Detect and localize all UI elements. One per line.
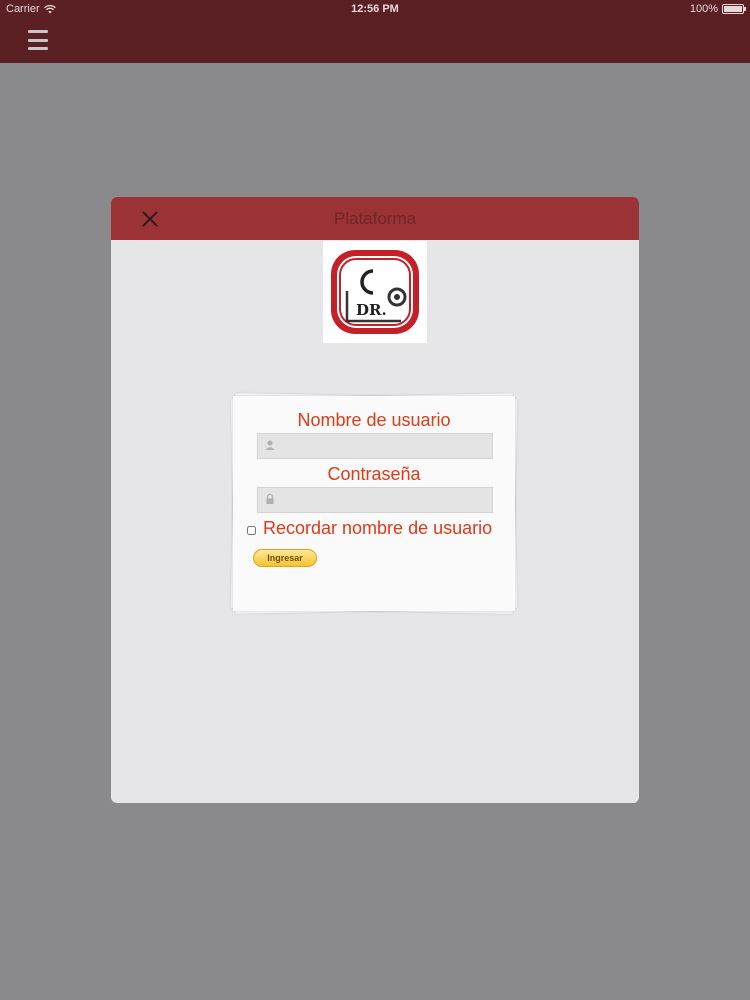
close-icon[interactable]	[141, 210, 159, 228]
login-card: Nombre de usuario Contraseña Recordar no…	[233, 396, 515, 611]
modal-title: Plataforma	[333, 209, 417, 228]
status-battery: 100%	[689, 3, 746, 15]
logo-icon: DR.	[331, 250, 419, 334]
battery-percent: 100%	[689, 3, 718, 15]
logo-text: DR.	[356, 301, 387, 319]
user-icon	[265, 440, 275, 450]
username-input[interactable]	[257, 433, 493, 459]
login-button[interactable]: Ingresar	[253, 549, 317, 567]
password-label: Contraseña	[327, 464, 421, 484]
lock-icon	[266, 493, 274, 504]
hamburger-menu-icon[interactable]	[28, 30, 48, 50]
login-modal: Plataforma DR. Nombre de usuario Contras…	[111, 197, 639, 803]
battery-icon	[722, 4, 746, 14]
username-label: Nombre de usuario	[297, 410, 451, 430]
top-bar: Carrier 12:56 PM 100%	[0, 0, 750, 63]
remember-username-label: Recordar nombre de usuario	[263, 518, 493, 538]
app-logo: DR.	[323, 241, 427, 343]
remember-username-checkbox[interactable]	[247, 526, 256, 535]
modal-header: Plataforma	[111, 197, 639, 240]
status-time: 12:56 PM	[351, 3, 399, 15]
password-input[interactable]	[257, 487, 493, 513]
